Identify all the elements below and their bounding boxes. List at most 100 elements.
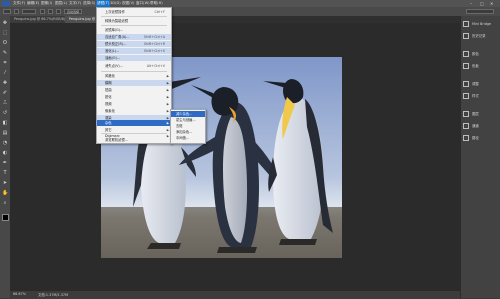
- panel-history[interactable]: 历史记录: [463, 32, 486, 40]
- panel-label: 图层: [472, 112, 479, 116]
- document-tab[interactable]: Penguins.jpg @ 66.7%(RGB/8): [10, 16, 71, 23]
- right-panel-dock: Mini Bridge 历史记录 颜色 色板 调整 样式 图层 通道 路径: [460, 16, 500, 298]
- path-select-tool-icon[interactable]: ➤: [2, 180, 8, 186]
- menu-separator: [101, 25, 167, 26]
- panel-mini-bridge[interactable]: Mini Bridge: [463, 20, 491, 28]
- crop-tool-icon[interactable]: ⌗: [2, 60, 8, 66]
- item-label: 液化(L)...: [105, 49, 120, 53]
- panel-swatches[interactable]: 色板: [463, 62, 479, 70]
- blur-tool-icon[interactable]: ◔: [2, 140, 8, 146]
- zoom-level[interactable]: 66.67%: [13, 292, 26, 296]
- foreground-color-swatch[interactable]: [2, 214, 9, 221]
- panel-styles[interactable]: 样式: [463, 92, 479, 100]
- convert-smart-filter-item[interactable]: 转换为智能滤镜: [97, 18, 171, 24]
- panel-paths[interactable]: 路径: [463, 134, 479, 142]
- color-icon: [463, 51, 469, 57]
- item-shortcut: Shift+Ctrl+A: [143, 35, 165, 39]
- menu-filter[interactable]: 滤镜(T): [96, 0, 111, 7]
- channels-icon: [463, 123, 469, 129]
- move-tool-preset-icon[interactable]: [3, 9, 11, 14]
- history-brush-tool-icon[interactable]: ↺: [2, 110, 8, 116]
- vanishing-point-item[interactable]: 消失点(V)... Alt+Ctrl+V: [97, 63, 171, 69]
- gradient-tool-icon[interactable]: ▤: [2, 130, 8, 136]
- item-label: 滤镜库(G)...: [105, 28, 124, 32]
- menu-edit[interactable]: 编辑(E): [27, 1, 39, 6]
- menu-layer[interactable]: 图层(L): [55, 1, 67, 6]
- preset-field[interactable]: 自动选择: [64, 9, 82, 14]
- menu-image[interactable]: 图像(I): [41, 1, 52, 6]
- item-shortcut: Shift+Ctrl+R: [143, 42, 165, 46]
- minimize-icon[interactable]: –: [470, 1, 472, 6]
- panel-label: 调整: [472, 82, 479, 86]
- filter-gallery-item[interactable]: 滤镜库(G)...: [97, 27, 171, 33]
- align-center-icon[interactable]: [48, 9, 53, 14]
- close-icon[interactable]: ✕: [490, 1, 493, 6]
- styles-icon: [463, 93, 469, 99]
- submenu-arrow-icon: ▶: [166, 102, 169, 106]
- video-item[interactable]: 视频 ▶: [97, 101, 171, 107]
- item-label: 浏览联机滤镜...: [105, 138, 128, 142]
- oil-paint-item[interactable]: 油画(O)...: [97, 55, 171, 61]
- noise-item[interactable]: 杂色 ▶: [97, 120, 171, 126]
- marquee-tool-icon[interactable]: ⬚: [2, 30, 8, 36]
- stylize-item[interactable]: 风格化 ▶: [97, 73, 171, 79]
- dodge-tool-icon[interactable]: ◐: [2, 150, 8, 156]
- quick-select-tool-icon[interactable]: ✎: [2, 50, 8, 56]
- auto-select-checkbox[interactable]: [14, 9, 19, 14]
- distort-item[interactable]: 扭曲 ▶: [97, 87, 171, 93]
- menu-help[interactable]: 帮助(H): [150, 1, 163, 6]
- menu-separator: [101, 16, 167, 17]
- tab-label: Penguins.jpg @ 66.7%(RGB/8): [14, 17, 66, 21]
- panel-adjustments[interactable]: 调整: [463, 80, 479, 88]
- panel-label: 样式: [472, 94, 479, 98]
- menu-select[interactable]: 选择(S): [83, 1, 95, 6]
- align-right-icon[interactable]: [56, 9, 61, 14]
- ps-logo-icon: [2, 1, 10, 6]
- workspace-switcher[interactable]: [466, 9, 494, 14]
- median-item[interactable]: 中间值...: [171, 135, 205, 141]
- pixelate-item[interactable]: 像素化 ▶: [97, 108, 171, 114]
- menu-file[interactable]: 文件(F): [13, 1, 25, 6]
- lasso-tool-icon[interactable]: ʘ: [2, 40, 8, 46]
- panel-channels[interactable]: 通道: [463, 122, 479, 130]
- maximize-icon[interactable]: □: [480, 1, 484, 6]
- submenu-arrow-icon: ▶: [166, 109, 169, 113]
- zoom-tool-icon[interactable]: ⌕: [2, 200, 8, 206]
- clone-stamp-tool-icon[interactable]: ⎍: [2, 100, 8, 106]
- align-icon[interactable]: [40, 9, 45, 14]
- adjustments-icon: [463, 81, 469, 87]
- submenu-arrow-icon: ▶: [166, 95, 169, 99]
- brush-tool-icon[interactable]: ✐: [2, 90, 8, 96]
- item-label: 转换为智能滤镜: [105, 19, 129, 23]
- menu-view[interactable]: 视图(V): [122, 1, 134, 6]
- pen-tool-icon[interactable]: ✒: [2, 160, 8, 166]
- liquify-item[interactable]: 液化(L)... Shift+Ctrl+X: [97, 48, 171, 54]
- auto-select-dropdown[interactable]: [22, 9, 36, 14]
- type-tool-icon[interactable]: T: [2, 170, 8, 176]
- hand-tool-icon[interactable]: ✋: [2, 190, 8, 196]
- item-label: 视频: [105, 102, 112, 106]
- eyedropper-tool-icon[interactable]: ⁄: [2, 70, 8, 76]
- item-label: 镜头校正(R)...: [105, 42, 127, 46]
- panel-label: 色板: [472, 64, 479, 68]
- last-filter-item[interactable]: 上次滤镜操作 Ctrl+F: [97, 9, 171, 15]
- eraser-tool-icon[interactable]: ◧: [2, 120, 8, 126]
- menu-3d[interactable]: 3D(D): [110, 1, 121, 5]
- panel-layers[interactable]: 图层: [463, 110, 479, 118]
- panel-label: 路径: [472, 136, 479, 140]
- menu-type[interactable]: 文字(Y): [69, 1, 81, 6]
- healing-brush-tool-icon[interactable]: ✚: [2, 80, 8, 86]
- adaptive-wide-angle-item[interactable]: 自适应广角(A)... Shift+Ctrl+A: [97, 34, 171, 40]
- layers-icon: [463, 111, 469, 117]
- item-label: 油画(O)...: [105, 56, 120, 60]
- browse-online-filters-item[interactable]: 浏览联机滤镜...: [97, 138, 171, 143]
- panel-color[interactable]: 颜色: [463, 50, 479, 58]
- mini-bridge-icon: [463, 21, 469, 27]
- menu-window[interactable]: 窗口(W): [136, 1, 150, 6]
- item-shortcut: Alt+Ctrl+V: [146, 64, 165, 68]
- item-label: 中间值...: [176, 136, 190, 140]
- move-tool-icon[interactable]: ✥: [2, 20, 8, 26]
- sharpen-item[interactable]: 锐化 ▶: [97, 94, 171, 100]
- lens-correction-item[interactable]: 镜头校正(R)... Shift+Ctrl+R: [97, 41, 171, 47]
- blur-item[interactable]: 模糊 ▶: [97, 80, 171, 86]
